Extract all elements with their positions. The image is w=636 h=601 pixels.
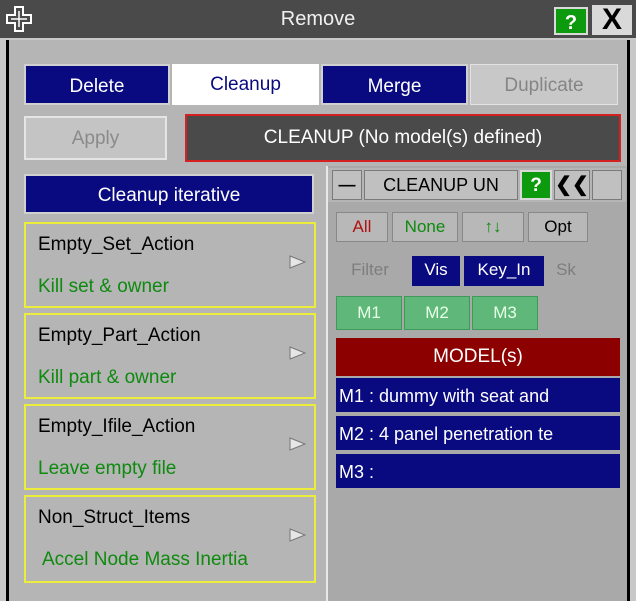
help-button[interactable]: ? — [554, 7, 588, 35]
close-button[interactable]: X — [592, 5, 632, 35]
sketch-button[interactable]: Sk — [548, 256, 584, 286]
action-name: Empty_Part_Action — [38, 325, 201, 346]
panel-toggle-button[interactable] — [592, 170, 622, 200]
submenu-arrow-icon — [288, 525, 308, 545]
model-tab-m1[interactable]: M1 — [336, 296, 402, 330]
key-in-button[interactable]: Key_In — [464, 256, 544, 286]
vis-button[interactable]: Vis — [412, 256, 460, 286]
empty-set-action-dropdown[interactable]: Empty_Set_Action Kill set & owner — [24, 222, 316, 308]
model-tab-m3[interactable]: M3 — [472, 296, 538, 330]
model-list-header: MODEL(s) — [336, 338, 620, 376]
tab-duplicate[interactable]: Duplicate — [470, 64, 618, 105]
tab-cleanup[interactable]: Cleanup — [172, 64, 319, 105]
model-tab-m2[interactable]: M2 — [404, 296, 470, 330]
action-value: Kill set & owner — [38, 276, 169, 297]
cleanup-iterative-button[interactable]: Cleanup iterative — [24, 174, 314, 214]
action-name: Non_Struct_Items — [38, 507, 191, 528]
action-value: Kill part & owner — [38, 367, 177, 388]
select-none-button[interactable]: None — [392, 212, 458, 242]
empty-part-action-dropdown[interactable]: Empty_Part_Action Kill part & owner — [24, 313, 316, 399]
model-list-item[interactable]: M3 : — [336, 454, 620, 490]
select-all-button[interactable]: All — [336, 212, 388, 242]
submenu-arrow-icon — [288, 434, 308, 454]
filter-button[interactable]: Filter — [336, 256, 404, 286]
status-message: CLEANUP (No model(s) defined) — [185, 114, 621, 162]
action-value: Accel Node Mass Inertia — [42, 549, 248, 570]
action-value: Leave empty file — [38, 458, 177, 479]
window-title: Remove — [280, 8, 356, 30]
tab-merge[interactable]: Merge — [321, 64, 468, 105]
collapse-button[interactable]: ❮❮ — [554, 170, 590, 200]
sort-button[interactable]: ↑↓ — [462, 212, 524, 242]
submenu-arrow-icon — [288, 343, 308, 363]
model-list-item[interactable]: M2 : 4 panel penetration te — [336, 416, 620, 452]
empty-ifile-action-dropdown[interactable]: Empty_Ifile_Action Leave empty file — [24, 404, 316, 490]
action-name: Empty_Ifile_Action — [38, 416, 196, 437]
sort-arrows-icon: ↑↓ — [484, 217, 502, 236]
tab-delete[interactable]: Delete — [24, 64, 170, 105]
apply-button[interactable]: Apply — [24, 116, 167, 160]
model-list-item[interactable]: M1 : dummy with seat and — [336, 378, 620, 414]
model-panel-title: CLEANUP UN — [364, 170, 518, 200]
minimize-button[interactable]: — — [332, 170, 362, 200]
non-struct-items-dropdown[interactable]: Non_Struct_Items Accel Node Mass Inertia — [24, 495, 316, 583]
submenu-arrow-icon — [288, 252, 308, 272]
move-icon[interactable] — [4, 4, 34, 34]
action-name: Empty_Set_Action — [38, 234, 195, 255]
model-panel-help-button[interactable]: ? — [520, 170, 552, 200]
options-button[interactable]: Opt — [528, 212, 588, 242]
